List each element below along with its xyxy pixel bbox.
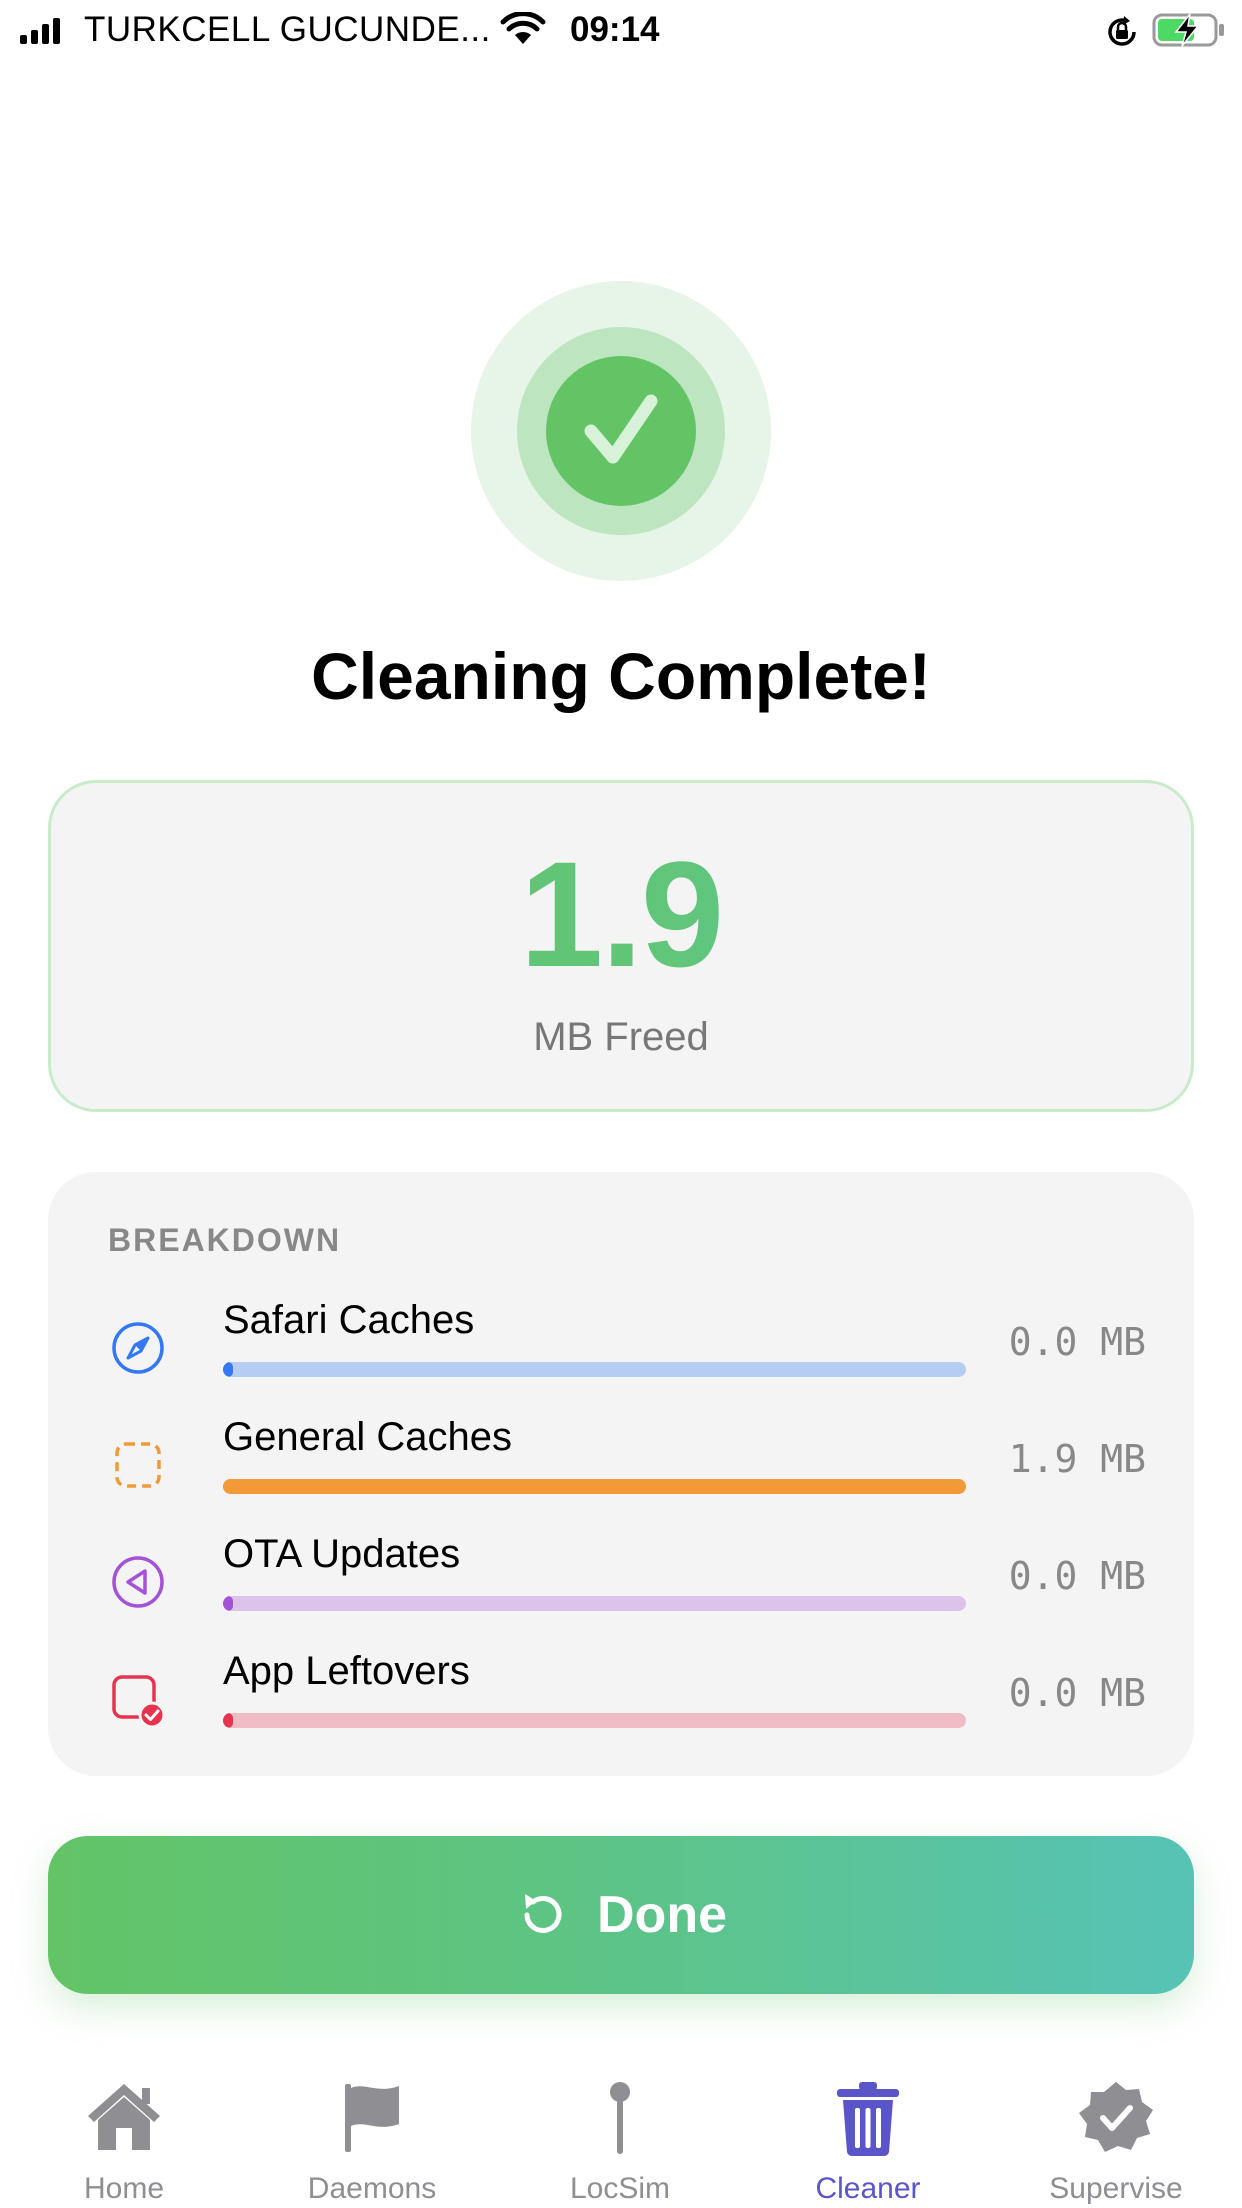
trash-icon	[837, 2082, 899, 2157]
done-button-label: Done	[597, 1886, 727, 1944]
done-button[interactable]: Done	[48, 1836, 1194, 1994]
breakdown-row-app-leftovers: App Leftovers 0.0 MB	[48, 1649, 1194, 1749]
breakdown-bar	[223, 1596, 966, 1611]
flag-icon	[345, 2084, 399, 2152]
freed-amount: 1.9	[51, 839, 1191, 989]
freed-summary-card: 1.9 MB Freed	[48, 780, 1194, 1112]
battery-charging-icon	[1152, 13, 1224, 47]
app-badge-check-icon	[112, 1675, 166, 1727]
breakdown-size: 0.0 MB	[1008, 1671, 1146, 1715]
tab-home[interactable]: Home	[0, 2060, 248, 2208]
breakdown-card: BREAKDOWN Safari Caches 0.0 MB General C…	[48, 1172, 1194, 1776]
restart-arrow-icon	[524, 1894, 562, 1933]
wifi-icon	[500, 12, 546, 44]
tab-label: LocSim	[569, 2172, 671, 2205]
breakdown-row-general-caches: General Caches 1.9 MB	[48, 1415, 1194, 1515]
cellular-signal-icon	[20, 18, 60, 44]
breakdown-header: BREAKDOWN	[108, 1222, 342, 1258]
tab-label: Home	[83, 2172, 165, 2205]
tab-cleaner[interactable]: Cleaner	[744, 2060, 992, 2208]
breakdown-size: 0.0 MB	[1008, 1554, 1146, 1598]
house-icon	[88, 2084, 160, 2150]
breakdown-bar	[223, 1713, 966, 1728]
status-time: 09:14	[570, 10, 660, 49]
breakdown-bar	[223, 1479, 966, 1494]
breakdown-size: 0.0 MB	[1008, 1320, 1146, 1364]
breakdown-label: Safari Caches	[223, 1298, 475, 1342]
breakdown-label: App Leftovers	[223, 1649, 470, 1693]
page-title: Cleaning Complete!	[311, 639, 931, 713]
compass-icon	[112, 1322, 164, 1374]
tab-locsim[interactable]: LocSim	[496, 2060, 744, 2208]
tab-label: Supervise	[1049, 2172, 1183, 2205]
tab-label: Cleaner	[815, 2172, 921, 2205]
dashed-square-icon	[115, 1442, 161, 1488]
tab-bar: Home Daemons LocSim Cleaner Supervise	[0, 2060, 1242, 2208]
breakdown-size: 1.9 MB	[1008, 1437, 1146, 1481]
tab-supervise[interactable]: Supervise	[992, 2060, 1240, 2208]
status-bar: TURKCELL GUCUNDE... 09:14	[0, 0, 1242, 62]
breakdown-row-safari-caches: Safari Caches 0.0 MB	[48, 1298, 1194, 1398]
play-back-circle-icon	[112, 1556, 164, 1608]
success-check-icon	[471, 281, 771, 581]
carrier-name: TURKCELL GUCUNDE...	[84, 10, 491, 49]
freed-unit-label: MB Freed	[533, 1015, 709, 1059]
cleaner-result-screen: TURKCELL GUCUNDE... 09:14 Cleaning Compl…	[0, 0, 1242, 2208]
breakdown-label: OTA Updates	[223, 1532, 461, 1576]
tab-daemons[interactable]: Daemons	[248, 2060, 496, 2208]
breakdown-row-ota-updates: OTA Updates 0.0 MB	[48, 1532, 1194, 1632]
checkmark-seal-icon	[1079, 2082, 1153, 2152]
rotation-lock-icon	[1108, 16, 1136, 46]
pin-icon	[610, 2082, 630, 2154]
breakdown-label: General Caches	[223, 1415, 513, 1459]
tab-label: Daemons	[307, 2172, 437, 2205]
breakdown-bar	[223, 1362, 966, 1377]
